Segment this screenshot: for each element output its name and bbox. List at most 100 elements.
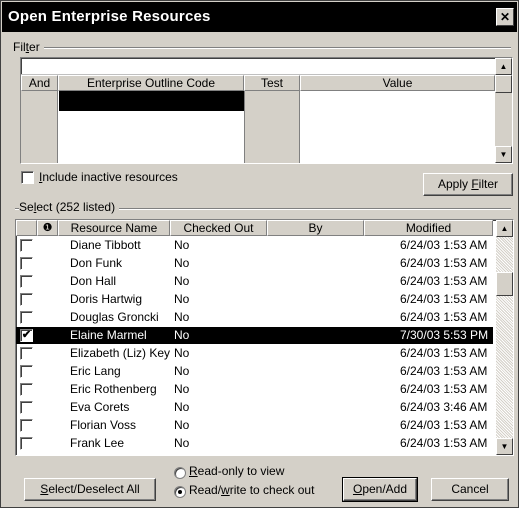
resource-name-cell: Don Funk <box>70 256 123 270</box>
table-row[interactable]: Elizabeth (Liz) Key No 6/24/03 1:53 AM <box>16 345 493 362</box>
row-checkbox[interactable] <box>20 311 33 324</box>
row-checkbox[interactable]: ✔ <box>20 329 33 342</box>
table-row[interactable]: Don Hall No 6/24/03 1:53 AM <box>16 273 493 290</box>
checked-out-cell: No <box>174 346 190 360</box>
table-row[interactable]: Eric Rothenberg No 6/24/03 1:53 AM <box>16 381 493 398</box>
checked-out-cell: No <box>174 310 190 324</box>
title-bar: Open Enterprise Resources ✕ <box>2 2 517 32</box>
grid-col-checked-out[interactable]: Checked Out <box>170 220 267 236</box>
modified-cell: 6/24/03 1:53 AM <box>400 238 488 252</box>
modified-cell: 6/24/03 1:53 AM <box>400 292 488 306</box>
grid-scroll-up-icon[interactable]: ▲ <box>496 220 513 237</box>
filter-input-row[interactable] <box>21 58 495 75</box>
grid-col-resource-name[interactable]: Resource Name <box>58 220 170 236</box>
resource-name-cell: Doris Hartwig <box>70 292 143 306</box>
select-group-label: Select (252 listed) <box>19 200 120 214</box>
apply-filter-button[interactable]: Apply Filter <box>423 173 513 196</box>
row-checkbox[interactable] <box>20 257 33 270</box>
resource-name-cell: Eva Corets <box>70 400 130 414</box>
resource-name-cell: Douglas Groncki <box>70 310 159 324</box>
readonly-radio[interactable] <box>174 467 186 479</box>
readonly-label: Read-only to view <box>189 464 285 478</box>
modified-cell: 6/24/03 1:53 AM <box>400 346 488 360</box>
row-checkbox[interactable] <box>20 293 33 306</box>
filter-col-outline-code[interactable]: Enterprise Outline Code <box>58 75 244 91</box>
modified-cell: 6/24/03 1:53 AM <box>400 382 488 396</box>
filter-selected-cell[interactable] <box>59 91 244 111</box>
filter-scroll-up-icon[interactable]: ▲ <box>495 58 512 75</box>
resource-grid: ❶ Resource Name Checked Out By Modified … <box>15 219 514 456</box>
grid-scroll-down-icon[interactable]: ▼ <box>496 438 513 455</box>
table-row[interactable]: ✔ Elaine Marmel No 7/30/03 5:53 PM <box>16 327 493 344</box>
checked-out-cell: No <box>174 292 190 306</box>
modified-cell: 7/30/03 5:53 PM <box>400 328 489 342</box>
table-row[interactable]: Diane Tibbott No 6/24/03 1:53 AM <box>16 237 493 254</box>
checked-out-cell: No <box>174 400 190 414</box>
table-row[interactable]: Florian Voss No 6/24/03 1:53 AM <box>16 417 493 434</box>
include-inactive-checkbox[interactable] <box>21 171 34 184</box>
filter-col-and[interactable]: And <box>21 75 58 91</box>
include-inactive-label: Include inactive resources <box>39 170 178 184</box>
table-row[interactable]: Eva Corets No 6/24/03 3:46 AM <box>16 399 493 416</box>
filter-group-line <box>15 47 511 49</box>
resource-name-cell: Eric Lang <box>70 364 121 378</box>
row-checkbox[interactable] <box>20 383 33 396</box>
grid-scroll-thumb[interactable] <box>496 272 513 296</box>
table-row[interactable]: Douglas Groncki No 6/24/03 1:53 AM <box>16 309 493 326</box>
row-checkbox[interactable] <box>20 239 33 252</box>
resource-name-cell: Elizabeth (Liz) Key <box>70 346 171 360</box>
info-icon[interactable]: ❶ <box>37 220 58 236</box>
row-checkbox[interactable] <box>20 437 33 450</box>
checked-out-cell: No <box>174 256 190 270</box>
table-row[interactable]: Doris Hartwig No 6/24/03 1:53 AM <box>16 291 493 308</box>
modified-cell: 6/24/03 1:53 AM <box>400 256 488 270</box>
checked-out-cell: No <box>174 418 190 432</box>
checked-out-cell: No <box>174 364 190 378</box>
close-icon[interactable]: ✕ <box>496 8 514 26</box>
resource-rows: Diane Tibbott No 6/24/03 1:53 AM Don Funk No… <box>16 236 493 455</box>
filter-group-label: Filter <box>13 40 44 54</box>
modified-cell: 6/24/03 3:46 AM <box>400 400 488 414</box>
modified-cell: 6/24/03 1:53 AM <box>400 274 488 288</box>
table-row[interactable]: Frank Lee No 6/24/03 1:53 AM <box>16 435 493 452</box>
filter-col-value[interactable]: Value <box>300 75 495 91</box>
readwrite-label: Read/write to check out <box>189 483 315 497</box>
filter-scroll-down-icon[interactable]: ▼ <box>495 146 512 163</box>
open-add-button[interactable]: Open/Add <box>342 477 418 502</box>
select-deselect-all-button[interactable]: Select/Deselect All <box>24 478 156 501</box>
filter-scroll-thumb[interactable] <box>495 75 512 93</box>
row-checkbox[interactable] <box>20 419 33 432</box>
modified-cell: 6/24/03 1:53 AM <box>400 310 488 324</box>
grid-col-check[interactable] <box>16 220 37 236</box>
resource-name-cell: Frank Lee <box>70 436 125 450</box>
row-checkbox[interactable] <box>20 401 33 414</box>
table-row[interactable]: Don Funk No 6/24/03 1:53 AM <box>16 255 493 272</box>
dialog-title: Open Enterprise Resources <box>8 8 211 25</box>
row-checkbox[interactable] <box>20 347 33 360</box>
checked-out-cell: No <box>174 328 190 342</box>
filter-scrollbar[interactable]: ▲ ▼ <box>495 58 512 163</box>
checked-out-cell: No <box>174 274 190 288</box>
open-enterprise-resources-dialog: Open Enterprise Resources ✕ Filter And E… <box>0 0 519 508</box>
table-row[interactable]: Eric Lang No 6/24/03 1:53 AM <box>16 363 493 380</box>
resource-name-cell: Eric Rothenberg <box>70 382 157 396</box>
filter-col-test[interactable]: Test <box>244 75 300 91</box>
cancel-button[interactable]: Cancel <box>431 478 509 501</box>
resource-name-cell: Diane Tibbott <box>70 238 141 252</box>
filter-test-column <box>244 91 300 163</box>
modified-cell: 6/24/03 1:53 AM <box>400 364 488 378</box>
readwrite-radio[interactable] <box>174 486 186 498</box>
filter-and-column <box>21 91 58 163</box>
checked-out-cell: No <box>174 238 190 252</box>
row-checkbox[interactable] <box>20 275 33 288</box>
grid-scrollbar[interactable]: ▲ ▼ <box>496 220 513 455</box>
row-checkbox[interactable] <box>20 365 33 378</box>
grid-col-by[interactable]: By <box>267 220 364 236</box>
grid-col-modified[interactable]: Modified <box>364 220 493 236</box>
resource-name-cell: Florian Voss <box>70 418 137 432</box>
filter-grid: And Enterprise Outline Code Test Value ▲… <box>20 57 513 164</box>
checked-out-cell: No <box>174 382 190 396</box>
resource-name-cell: Don Hall <box>70 274 117 288</box>
resource-name-cell: Elaine Marmel <box>70 328 147 342</box>
modified-cell: 6/24/03 1:53 AM <box>400 436 488 450</box>
